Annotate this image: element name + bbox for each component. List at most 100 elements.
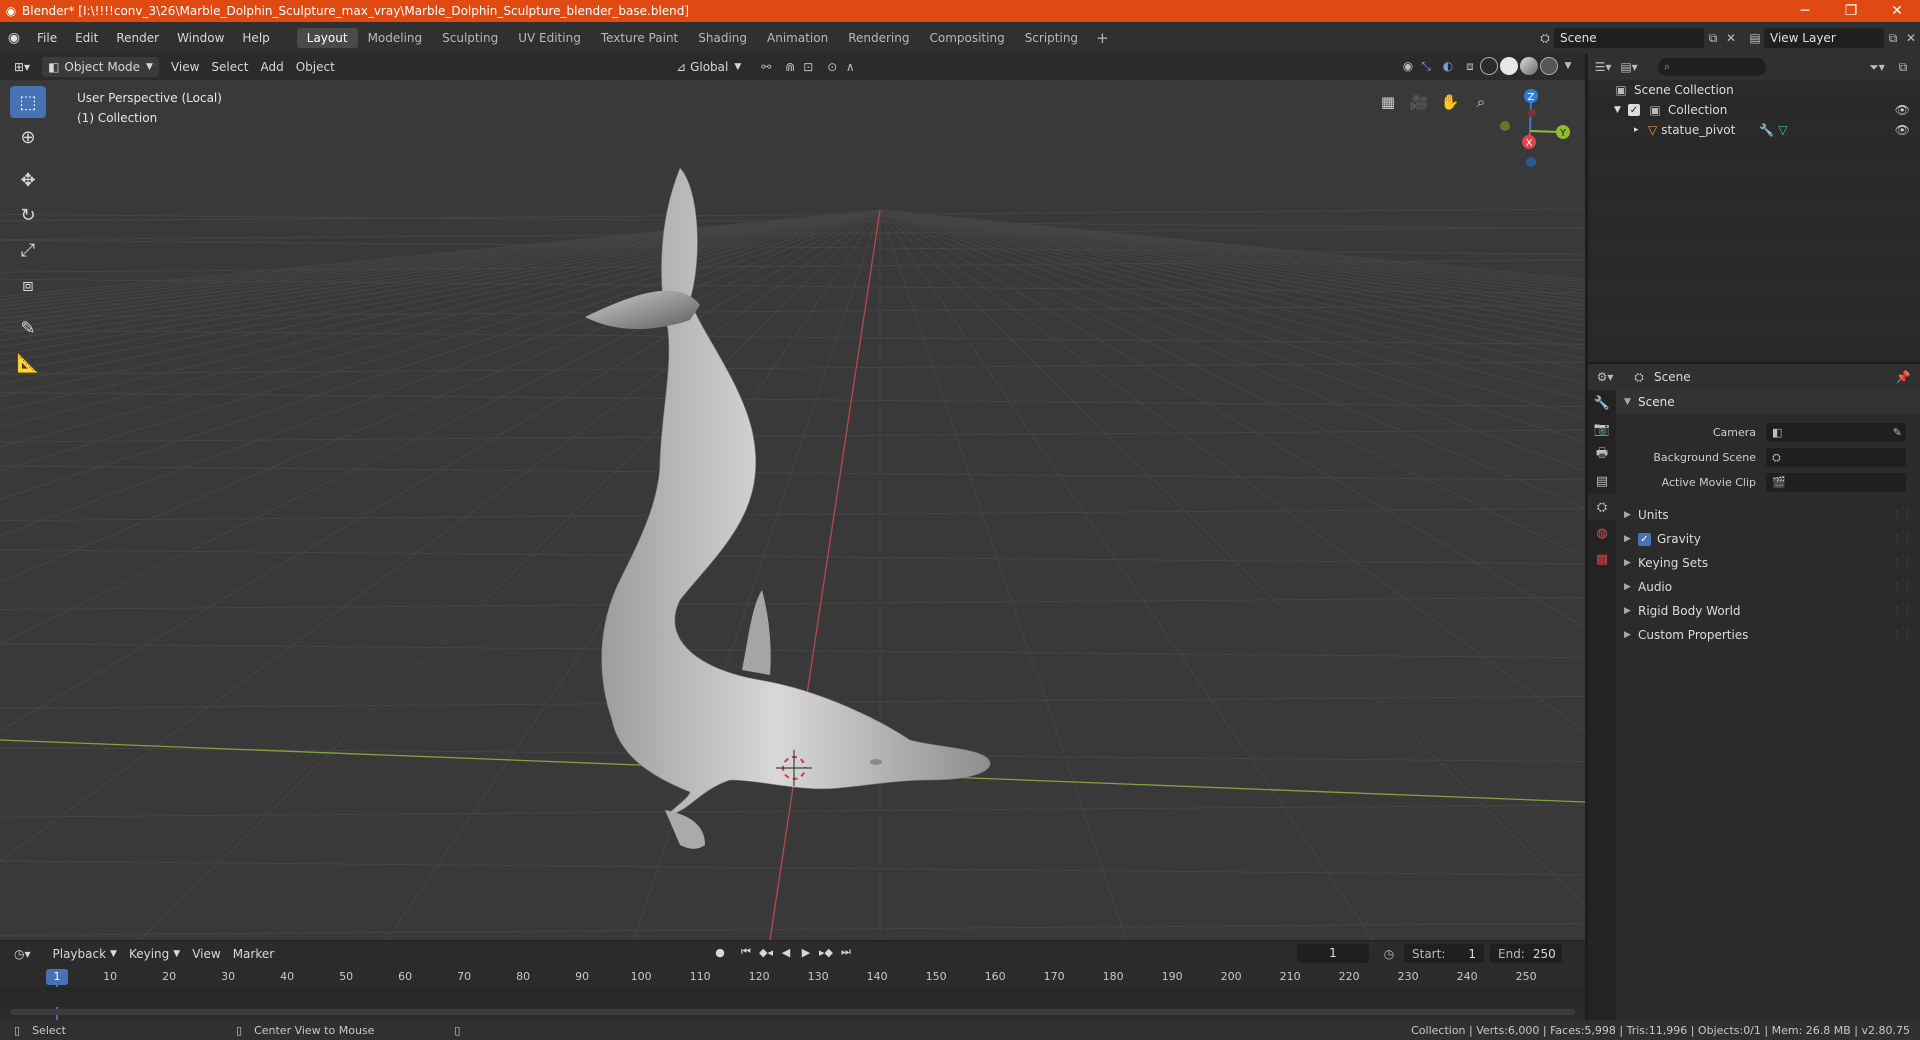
axis-gizmo[interactable]: Z Y X [1485,86,1575,176]
tab-rendering[interactable]: Rendering [838,28,919,48]
outliner-editor-type-icon[interactable]: ☰▾ [1594,60,1612,74]
menu-add[interactable]: Add [254,57,289,77]
select-box-tool[interactable]: ⬚ [10,86,46,118]
visibility-icon[interactable]: ◉ [1399,59,1417,73]
mesh-data-icon[interactable]: ▽ [1778,123,1787,137]
expand-arrow-icon[interactable]: ▸ [1634,125,1648,135]
tab-sculpting[interactable]: Sculpting [432,28,508,48]
annotate-tool[interactable]: ✎ [10,312,46,344]
menu-window[interactable]: Window [168,31,233,45]
drag-grip-icon[interactable]: ⋮⋮ [1892,606,1912,617]
xray-icon[interactable]: ⧈ [1461,59,1479,74]
properties-editor-type-icon[interactable]: ⚙▾ [1596,370,1614,384]
dolphin-sculpture[interactable] [585,167,991,849]
minimize-button[interactable]: ─ [1782,3,1828,19]
current-frame-indicator[interactable]: 1 [46,969,68,985]
outliner-collection[interactable]: ▼ ✓ ▣ Collection 👁 [1588,100,1920,120]
menu-marker[interactable]: Marker [227,944,280,964]
shading-options-icon[interactable]: ▼ [1559,61,1577,71]
camera-view-icon[interactable]: 🎥 [1405,88,1433,116]
active-movie-clip-field[interactable]: 🎬 [1766,473,1906,492]
gizmo-icon[interactable]: ⤡ [1417,59,1435,74]
outliner-search-input[interactable]: ⌕ [1658,58,1766,76]
drag-grip-icon[interactable]: ⋮⋮ [1892,582,1912,593]
scale-tool[interactable]: ⤢ [10,234,46,266]
world-tab-icon[interactable]: ◍ [1588,520,1616,546]
editor-type-icon[interactable]: ⊞▾ [8,57,36,77]
tab-modeling[interactable]: Modeling [358,28,433,48]
timeline-editor-type-icon[interactable]: ◷▾ [8,944,37,964]
menu-file[interactable]: File [28,31,66,45]
clock-icon[interactable]: ◷ [1380,947,1398,961]
proportional-edit-icon[interactable]: ⊙ [823,60,841,74]
measure-tool[interactable]: 📐 [10,347,46,379]
play-icon[interactable]: ▶ [796,946,816,959]
scene-tab-icon[interactable]: ⛭ [1588,494,1616,520]
jump-keyframe-forward-icon[interactable]: ▸◆ [816,946,836,959]
close-button[interactable]: ✕ [1874,3,1920,19]
background-scene-field[interactable]: ⛭ [1766,448,1906,467]
texture-tab-icon[interactable]: ▩ [1588,546,1616,572]
tab-scripting[interactable]: Scripting [1015,28,1088,48]
scene-icon[interactable]: ⛭ [1536,31,1554,46]
material-shading-icon[interactable] [1520,57,1538,75]
pan-hand-icon[interactable]: ✋ [1436,88,1464,116]
wireframe-shading-icon[interactable] [1480,57,1498,75]
display-mode-icon[interactable]: ▤▾ [1620,60,1638,74]
snap-icon[interactable]: ⋒ [781,60,799,74]
pivot-icon[interactable]: ⚯ [757,60,775,74]
menu-playback[interactable]: Playback ▼ [47,944,123,964]
move-tool[interactable]: ✥ [10,164,46,196]
solid-shading-icon[interactable] [1500,57,1518,75]
delete-scene-icon[interactable]: ✕ [1722,31,1740,45]
menu-select[interactable]: Select [205,57,254,77]
start-frame-field[interactable]: Start: 1 [1404,944,1484,963]
keying-sets-panel[interactable]: ▶ Keying Sets ⋮⋮ [1616,551,1920,575]
view-layer-selector[interactable]: View Layer [1764,28,1884,48]
drag-grip-icon[interactable]: ⋮⋮ [1892,534,1912,545]
menu-object[interactable]: Object [290,57,341,77]
view-layer-icon[interactable]: ▤ [1746,31,1764,45]
wrench-modifier-icon[interactable]: 🔧 [1759,123,1774,137]
drag-grip-icon[interactable]: ⋮⋮ [1892,630,1912,641]
gravity-checkbox[interactable]: ✓ [1638,532,1651,546]
outliner-scene-collection[interactable]: ▣ Scene Collection [1588,80,1920,100]
menu-help[interactable]: Help [233,31,278,45]
units-panel[interactable]: ▶ Units ⋮⋮ [1616,503,1920,527]
eye-icon[interactable]: 👁 [1895,123,1910,137]
rotate-tool[interactable]: ↻ [10,199,46,231]
menu-render[interactable]: Render [107,31,168,45]
transform-tool[interactable]: ⧈ [10,269,46,301]
view-layer-tab-icon[interactable]: ▤ [1588,468,1616,494]
current-frame-field[interactable]: 1 [1297,944,1369,963]
scene-panel-header[interactable]: ▼ Scene [1616,390,1920,414]
delete-view-layer-icon[interactable]: ✕ [1902,31,1920,45]
gravity-panel[interactable]: ▶ ✓ Gravity ⋮⋮ [1616,527,1920,551]
render-tab-icon[interactable]: 📷 [1588,416,1616,442]
rendered-shading-icon[interactable] [1540,57,1558,75]
tab-layout[interactable]: Layout [296,28,358,48]
menu-timeline-view[interactable]: View [186,944,226,964]
collection-checkbox[interactable]: ✓ [1628,104,1640,116]
drag-grip-icon[interactable]: ⋮⋮ [1892,510,1912,521]
rigid-body-world-panel[interactable]: ▶ Rigid Body World ⋮⋮ [1616,599,1920,623]
end-frame-field[interactable]: End: 250 [1490,944,1562,963]
timeline-scrollbar[interactable] [10,1009,1575,1015]
menu-edit[interactable]: Edit [66,31,107,45]
3d-viewport[interactable]: User Perspective (Local) (1) Collection … [0,80,1585,940]
menu-keying[interactable]: Keying ▼ [123,944,186,964]
drag-grip-icon[interactable]: ⋮⋮ [1892,558,1912,569]
camera-field[interactable]: ◧ ✎ [1766,423,1906,442]
play-reverse-icon[interactable]: ◀ [776,946,796,959]
record-icon[interactable]: ● [710,946,730,959]
output-tab-icon[interactable]: 🖶 [1588,442,1616,468]
timeline-ruler[interactable]: 1 10 20 30 40 50 60 70 80 90 100 110 120 130 140 150 16… [0,967,1585,1021]
menu-view[interactable]: View [165,57,205,77]
eyedropper-icon[interactable]: ✎ [1893,426,1902,439]
tab-compositing[interactable]: Compositing [919,28,1014,48]
orientation-selector[interactable]: ⊿ Global ▼ [670,57,747,77]
blender-logo-icon[interactable]: ◉ [0,30,28,46]
scene-selector[interactable]: Scene [1554,28,1704,48]
new-collection-icon[interactable]: ⧉ [1894,60,1912,75]
eye-icon[interactable]: 👁 [1895,103,1910,117]
